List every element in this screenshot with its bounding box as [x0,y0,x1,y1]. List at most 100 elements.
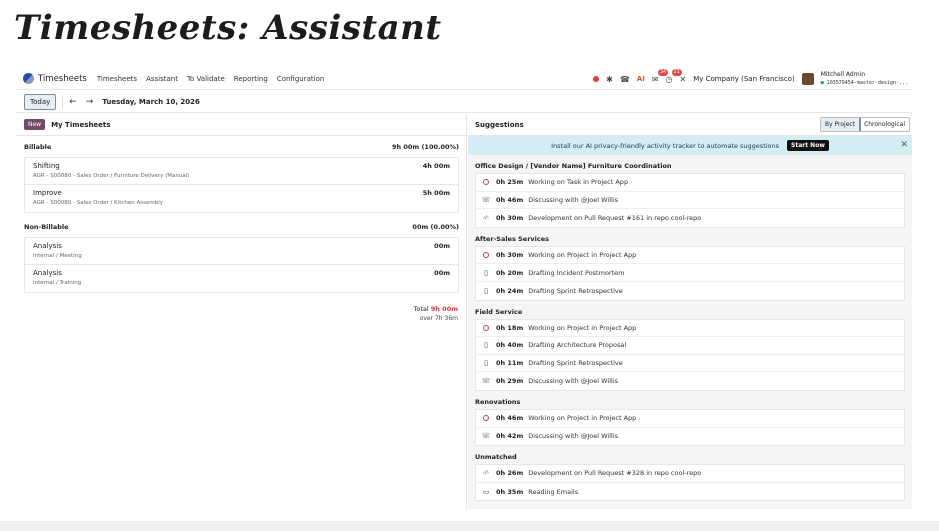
activities-badge: 21 [671,68,682,76]
timesheet-entry[interactable]: Analysis Internal / Meeting 00m [25,238,458,265]
slide-title-highlight: Timesheets [14,8,237,48]
suggestion-item[interactable]: ☏ 0h 46m Discussing with @Joel Willis [476,192,904,210]
suggestion-description: Drafting Sprint Retrospective [528,286,623,295]
suggestion-item[interactable]: 0h 46m Working on Project in Project App [476,410,904,428]
suggestion-description: Drafting Architecture Proposal [528,341,627,350]
suggestion-description: Drafting Incident Postmortem [528,268,625,277]
suggestion-duration: 0h 18m [496,323,524,332]
start-now-button[interactable]: Start Now [787,140,829,151]
suggestion-group-title: After-Sales Services [475,234,550,243]
menu-reporting[interactable]: Reporting [234,75,268,83]
menu-timesheets[interactable]: Timesheets [97,75,137,83]
entry-duration: 5h 00m [422,189,450,197]
panel-header: New My Timesheets [17,114,466,136]
suggestion-duration: 0h 35m [496,487,524,496]
suggestion-duration: 0h 26m [496,469,524,478]
user-menu[interactable]: Mitchell Admin 103579454-master-design-.… [820,71,908,87]
suggestion-duration: 0h 11m [496,359,524,368]
document-icon: ▯ [484,286,488,295]
ai-icon[interactable]: AI [637,75,645,83]
user-name: Mitchell Admin [820,71,866,78]
suggestion-item[interactable]: ☏ 0h 29m Discussing with @Joel Willis [476,372,904,390]
by-project-button[interactable]: By Project [820,118,862,131]
suggestion-duration: 0h 30m [496,213,524,222]
messages-icon[interactable]: ✉ 34 [652,68,669,84]
code-icon: ‹/› [483,470,489,477]
suggestion-item[interactable]: 0h 30m Working on Project in Project App [476,247,904,265]
suggestion-item[interactable]: ‹/› 0h 26m Development on Pull Request #32… [476,465,904,483]
suggestion-item[interactable]: ‹/› 0h 30m Development on Pull Request #16… [476,209,904,227]
suggestion-duration: 0h 46m [496,414,524,423]
task-icon [483,324,489,331]
panel-header: Suggestions By Project Chronological [468,114,912,136]
panel-title: Suggestions [475,120,524,129]
suggestion-item[interactable]: ▯ 0h 20m Drafting Incident Postmortem [476,264,904,282]
divider [62,94,64,109]
entry-subtitle: Internal / Training [33,280,82,286]
phone-icon[interactable]: ☎ [620,75,630,84]
avatar[interactable] [801,73,814,85]
entry-name: Analysis [33,242,62,250]
entry-list-billable: Shifting AGR - S00080 - Sales Order / Fu… [24,157,459,213]
suggestion-item[interactable]: ☏ 0h 42m Discussing with @Joel Willis [476,428,904,446]
tools-icon[interactable]: ✕ [680,75,687,84]
group-total: 00m (0.00%) [412,223,459,231]
suggestion-description: Discussing with @Joel Willis [528,195,619,204]
timesheet-entry[interactable]: Improve AGR - S00080 - Sales Order / Kit… [25,185,458,212]
timesheet-entry[interactable]: Analysis Internal / Training 00m [25,265,458,292]
bug-icon[interactable]: ✱ [606,75,613,84]
suggestion-item[interactable]: ▯ 0h 24m Drafting Sprint Retrospective [476,282,904,300]
suggestion-item[interactable]: ▯ 0h 11m Drafting Sprint Retrospective [476,355,904,373]
suggestion-description: Reading Emails [528,487,579,496]
company-switcher[interactable]: My Company (San Francisco) [693,75,794,83]
totals-block: Total 9h 00m over 7h 36m [17,304,466,324]
view-toggle: By Project Chronological [819,117,910,132]
navbar-systray: ✱ ☎ AI ✉ 34 ◷ 21 ✕ My Company (San Francis… [593,68,908,87]
new-button[interactable]: New [24,119,46,130]
group-total: 9h 00m (100.00%) [391,143,459,151]
prev-arrow-icon[interactable]: ← [69,97,77,107]
recording-dot-icon[interactable] [593,76,600,82]
suggestion-item[interactable]: 0h 25m Working on Task in Project App [476,174,904,192]
top-navbar: Timesheets Timesheets Assistant To Valid… [17,68,912,90]
app-name[interactable]: Timesheets [38,74,87,84]
suggestion-item[interactable]: 0h 18m Working on Project in Project App [476,320,904,338]
suggestion-item[interactable]: ▯ 0h 40m Drafting Architecture Proposal [476,337,904,355]
suggestion-description: Working on Project in Project App [528,414,637,423]
suggestion-duration: 0h 46m [496,195,524,204]
activities-icon[interactable]: ◷ 21 [666,68,682,84]
group-header-non-billable: Non-Billable 00m (0.00%) [17,217,466,237]
entry-subtitle: AGR - S00080 - Sales Order / Furniture D… [33,173,190,179]
menu-configuration[interactable]: Configuration [277,75,324,83]
group-header-billable: Billable 9h 00m (100.00%) [17,137,466,157]
suggestion-description: Working on Project in Project App [528,323,637,332]
today-button[interactable]: Today [24,93,57,110]
suggestion-description: Working on Project in Project App [528,251,637,260]
entry-name: Improve [33,189,62,197]
task-icon [483,415,489,422]
chronological-button[interactable]: Chronological [860,118,909,131]
menu-to-validate[interactable]: To Validate [187,75,225,83]
entry-subtitle: AGR - S00080 - Sales Order / Kitchen Ass… [33,200,163,206]
slide-title: Timesheets: Assistant [14,8,442,48]
banner-text: Install our AI privacy-friendly activity… [551,141,780,150]
close-icon[interactable]: ✕ [900,140,908,150]
code-icon: ‹/› [483,214,489,221]
group-name: Billable [24,143,52,151]
suggestion-list: 0h 30m Working on Project in Project App ▯… [475,245,905,301]
entry-duration: 00m [434,242,450,250]
over-text: over 7h 36m [419,315,458,322]
suggestion-list: ‹/› 0h 26m Development on Pull Request #32… [475,464,905,502]
task-icon [483,179,489,186]
bottom-band [0,521,939,531]
odoo-app-window: Timesheets Timesheets Assistant To Valid… [17,68,912,509]
suggestion-item[interactable]: ▭ 0h 35m Reading Emails [476,483,904,501]
app-logo-icon[interactable] [23,73,34,84]
timesheet-entry[interactable]: Shifting AGR - S00080 - Sales Order / Fu… [25,158,458,185]
menu-assistant[interactable]: Assistant [146,75,178,83]
next-arrow-icon[interactable]: → [86,97,94,107]
entry-list-non-billable: Analysis Internal / Meeting 00m Analysis… [24,237,459,293]
slide-title-rest: : Assistant [236,8,442,48]
suggestion-list: 0h 18m Working on Project in Project App ▯… [475,318,905,391]
entry-name: Shifting [33,162,60,170]
